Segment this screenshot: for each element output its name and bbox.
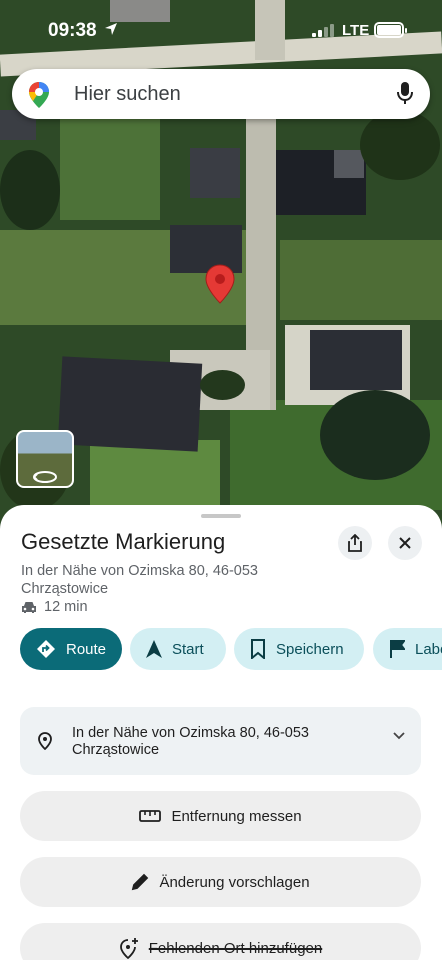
search-bar[interactable]: Hier suchen — [12, 69, 430, 119]
drive-time-value: 12 min — [44, 599, 88, 615]
share-icon — [347, 534, 363, 552]
add-location-icon — [119, 937, 139, 959]
car-icon — [21, 601, 37, 614]
location-arrow-icon — [104, 22, 118, 41]
ruler-icon — [139, 810, 162, 822]
start-label: Start — [172, 640, 204, 658]
route-diamond-icon — [36, 639, 56, 659]
share-button[interactable] — [338, 526, 372, 560]
pencil-icon — [131, 873, 149, 891]
drive-time: 12 min — [21, 599, 88, 615]
close-button[interactable] — [388, 526, 422, 560]
drag-handle[interactable] — [201, 514, 241, 518]
label-label: Label — [415, 640, 442, 658]
battery-icon — [374, 22, 407, 38]
network-type: LTE — [342, 22, 370, 39]
street-view-thumbnail[interactable] — [16, 430, 74, 488]
place-title: Gesetzte Markierung — [21, 529, 226, 554]
label-chip[interactable]: Label — [373, 628, 442, 670]
bookmark-icon — [250, 639, 266, 659]
chevron-down-icon[interactable] — [393, 727, 405, 745]
save-chip[interactable]: Speichern — [234, 628, 364, 670]
address-card-line2: Chrząstowice — [72, 742, 160, 758]
address-card[interactable]: In der Nähe von Ozimska 80, 46-053 Chrzą… — [20, 707, 421, 775]
save-label: Speichern — [276, 640, 344, 658]
add-missing-place-label: Fehlenden Ort hinzufügen — [148, 939, 323, 957]
status-bar: 09:38 LTE — [0, 0, 442, 60]
maps-pin-logo-icon — [28, 81, 50, 114]
place-address-line1: In der Nähe von Ozimska 80, 46-053 — [21, 563, 258, 579]
add-missing-place-button[interactable]: Fehlenden Ort hinzufügen — [20, 923, 421, 960]
cellular-signal-icon — [312, 24, 334, 42]
suggest-edit-label: Änderung vorschlagen — [159, 873, 310, 891]
measure-distance-label: Entfernung messen — [171, 807, 302, 825]
route-chip[interactable]: Route — [20, 628, 122, 670]
dropped-pin-icon[interactable] — [204, 264, 236, 309]
satellite-map[interactable]: 09:38 LTE Hier suchen — [0, 0, 442, 560]
close-icon — [398, 536, 412, 550]
route-label: Route — [66, 640, 107, 658]
flag-icon — [389, 639, 405, 659]
address-card-line1: In der Nähe von Ozimska 80, 46-053 — [72, 725, 309, 741]
search-input[interactable]: Hier suchen — [74, 83, 181, 106]
place-bottom-sheet[interactable]: Gesetzte Markierung In der Nähe von Ozim… — [0, 505, 442, 960]
navigation-arrow-icon — [146, 640, 162, 658]
location-pin-icon — [38, 732, 52, 755]
suggest-edit-button[interactable]: Änderung vorschlagen — [20, 857, 421, 907]
action-chips: Route Start Speichern Label — [20, 628, 442, 670]
status-time: 09:38 — [48, 20, 97, 41]
place-address: In der Nähe von Ozimska 80, 46-053 Chrzą… — [21, 562, 321, 598]
microphone-icon[interactable] — [396, 81, 414, 110]
start-chip[interactable]: Start — [130, 628, 226, 670]
address-card-text: In der Nähe von Ozimska 80, 46-053 Chrzą… — [72, 725, 372, 759]
measure-distance-button[interactable]: Entfernung messen — [20, 791, 421, 841]
place-address-line2: Chrząstowice — [21, 581, 109, 597]
rotate-360-icon — [32, 470, 58, 486]
